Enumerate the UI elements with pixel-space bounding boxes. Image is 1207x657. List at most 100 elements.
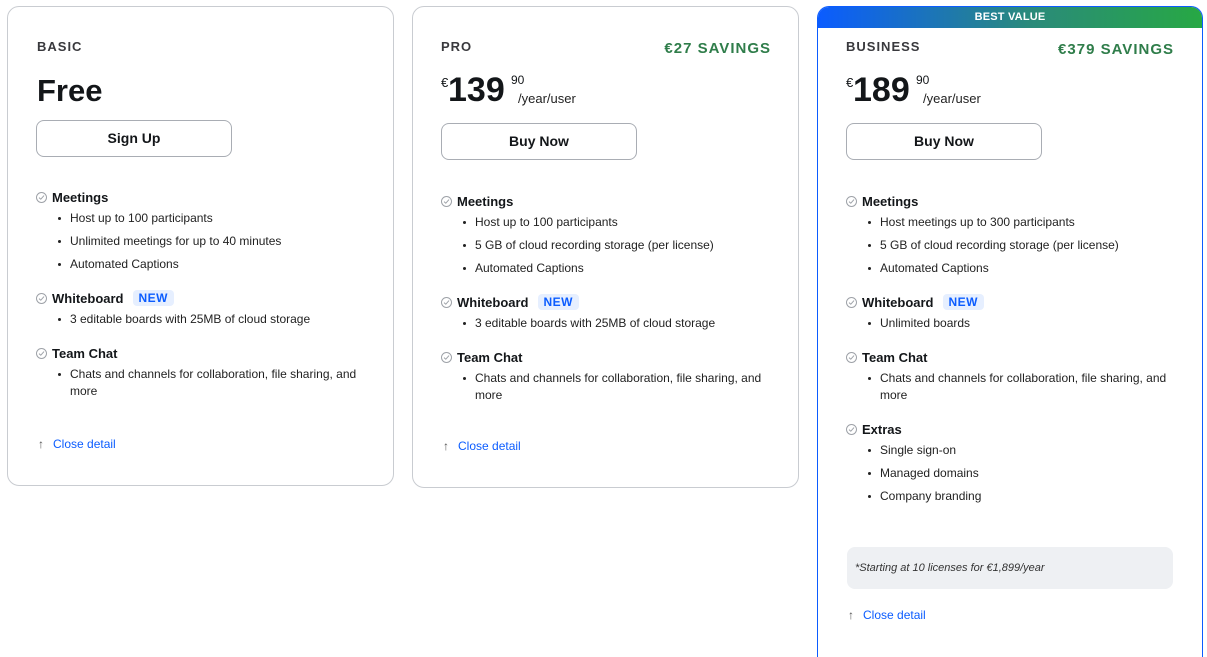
feature-items: Chats and channels for collaboration, fi… <box>846 370 1182 404</box>
arrow-up-icon: ↑ <box>38 437 44 451</box>
plan-name: PRO <box>441 39 473 54</box>
feature-item: 5 GB of cloud recording storage (per lic… <box>868 237 1182 254</box>
feature-heading: Whiteboard NEW <box>36 288 373 308</box>
feature-title: Meetings <box>862 193 919 209</box>
check-circle-icon <box>846 351 857 363</box>
price-decimal: 90 <box>511 73 525 87</box>
feature-items: 3 editable boards with 25MB of cloud sto… <box>441 315 778 332</box>
price-amount: 139 <box>448 71 505 109</box>
plan-name: BUSINESS <box>846 39 921 54</box>
feature-meetings: Meetings Host up to 100 participants 5 GB … <box>441 191 778 277</box>
feature-heading: Meetings <box>36 187 373 207</box>
feature-item: Automated Captions <box>58 256 373 273</box>
feature-items: Single sign-on Managed domains Company bra… <box>846 442 1182 505</box>
savings-badge: €379 SAVINGS <box>1058 41 1174 58</box>
buy-now-button[interactable]: Buy Now <box>441 123 637 160</box>
check-circle-icon <box>36 191 47 203</box>
close-detail-link[interactable]: ↑ Close detail <box>38 437 116 451</box>
feature-title: Team Chat <box>457 349 523 365</box>
feature-items: Host up to 100 participants Unlimited mee… <box>36 210 373 273</box>
close-detail-label: Close detail <box>53 437 116 451</box>
check-circle-icon <box>846 296 857 308</box>
feature-title: Extras <box>862 421 902 437</box>
feature-meetings: Meetings Host meetings up to 300 particip… <box>846 191 1182 277</box>
feature-meetings: Meetings Host up to 100 participants Unlim… <box>36 187 373 273</box>
check-circle-icon <box>846 195 857 207</box>
feature-heading: Meetings <box>846 191 1182 211</box>
feature-heading: Meetings <box>441 191 778 211</box>
feature-item: Host up to 100 participants <box>58 210 373 227</box>
feature-whiteboard: Whiteboard NEW 3 editable boards with 25MB… <box>36 288 373 328</box>
feature-item: 3 editable boards with 25MB of cloud sto… <box>463 315 778 332</box>
savings-badge: €27 SAVINGS <box>664 40 771 57</box>
check-circle-icon <box>846 423 857 435</box>
feature-item: Chats and channels for collaboration, fi… <box>868 370 1182 404</box>
arrow-up-icon: ↑ <box>443 439 449 453</box>
sign-up-button[interactable]: Sign Up <box>36 120 232 157</box>
check-circle-icon <box>441 296 452 308</box>
feature-items: 3 editable boards with 25MB of cloud sto… <box>36 311 373 328</box>
feature-heading: Whiteboard NEW <box>441 292 778 312</box>
plan-price: € 139 90 /year/user <box>441 71 641 113</box>
feature-item: Automated Captions <box>463 260 778 277</box>
plan-card-business: BEST VALUE BUSINESS €379 SAVINGS € 189 9… <box>817 6 1203 657</box>
feature-list: Meetings Host meetings up to 300 particip… <box>846 191 1182 520</box>
price-unit: /year/user <box>518 91 576 106</box>
feature-heading: Team Chat <box>846 347 1182 367</box>
feature-item: Company branding <box>868 488 1182 505</box>
close-detail-label: Close detail <box>863 608 926 622</box>
feature-team-chat: Team Chat Chats and channels for collabor… <box>441 347 778 404</box>
feature-items: Chats and channels for collaboration, fi… <box>36 366 373 400</box>
check-circle-icon <box>441 195 452 207</box>
feature-item: Chats and channels for collaboration, fi… <box>463 370 778 404</box>
feature-extras: Extras Single sign-on Managed domains Compa… <box>846 419 1182 505</box>
feature-title: Team Chat <box>52 345 118 361</box>
new-badge: NEW <box>537 294 579 310</box>
feature-items: Host up to 100 participants 5 GB of cloud… <box>441 214 778 277</box>
close-detail-link[interactable]: ↑ Close detail <box>443 439 521 453</box>
feature-item: Unlimited meetings for up to 40 minutes <box>58 233 373 250</box>
feature-item: Single sign-on <box>868 442 1182 459</box>
feature-title: Whiteboard <box>457 294 529 310</box>
feature-list: Meetings Host up to 100 participants Unlim… <box>36 187 373 415</box>
arrow-up-icon: ↑ <box>848 608 854 622</box>
feature-title: Whiteboard <box>862 294 934 310</box>
feature-list: Meetings Host up to 100 participants 5 GB … <box>441 191 778 419</box>
price-decimal: 90 <box>916 73 930 87</box>
plan-card-basic: BASIC Free Sign Up Meetings Host up to 10… <box>7 6 394 486</box>
buy-now-button[interactable]: Buy Now <box>846 123 1042 160</box>
plan-price: Free <box>37 73 103 108</box>
check-circle-icon <box>36 292 47 304</box>
feature-heading: Whiteboard NEW <box>846 292 1182 312</box>
feature-items: Unlimited boards <box>846 315 1182 332</box>
feature-heading: Team Chat <box>36 343 373 363</box>
check-circle-icon <box>36 347 47 359</box>
close-detail-label: Close detail <box>458 439 521 453</box>
feature-team-chat: Team Chat Chats and channels for collabor… <box>846 347 1182 404</box>
feature-item: 5 GB of cloud recording storage (per lic… <box>463 237 778 254</box>
feature-item: Chats and channels for collaboration, fi… <box>58 366 373 400</box>
plan-price: € 189 90 /year/user <box>846 71 1046 113</box>
check-circle-icon <box>441 351 452 363</box>
plan-name: BASIC <box>37 39 83 54</box>
feature-title: Whiteboard <box>52 290 124 306</box>
feature-items: Host meetings up to 300 participants 5 GB… <box>846 214 1182 277</box>
feature-title: Team Chat <box>862 349 928 365</box>
best-value-banner: BEST VALUE <box>818 7 1202 28</box>
feature-whiteboard: Whiteboard NEW 3 editable boards with 25MB… <box>441 292 778 332</box>
pricing-note: *Starting at 10 licenses for €1,899/year <box>847 547 1173 589</box>
new-badge: NEW <box>132 290 174 306</box>
feature-title: Meetings <box>52 189 109 205</box>
feature-item: Managed domains <box>868 465 1182 482</box>
feature-team-chat: Team Chat Chats and channels for collabor… <box>36 343 373 400</box>
feature-heading: Team Chat <box>441 347 778 367</box>
plan-card-pro: PRO €27 SAVINGS € 139 90 /year/user Buy … <box>412 6 799 488</box>
feature-items: Chats and channels for collaboration, fi… <box>441 370 778 404</box>
feature-item: Automated Captions <box>868 260 1182 277</box>
feature-item: Unlimited boards <box>868 315 1182 332</box>
close-detail-link[interactable]: ↑ Close detail <box>848 608 926 622</box>
feature-heading: Extras <box>846 419 1182 439</box>
feature-item: Host meetings up to 300 participants <box>868 214 1182 231</box>
new-badge: NEW <box>942 294 984 310</box>
feature-item: Host up to 100 participants <box>463 214 778 231</box>
